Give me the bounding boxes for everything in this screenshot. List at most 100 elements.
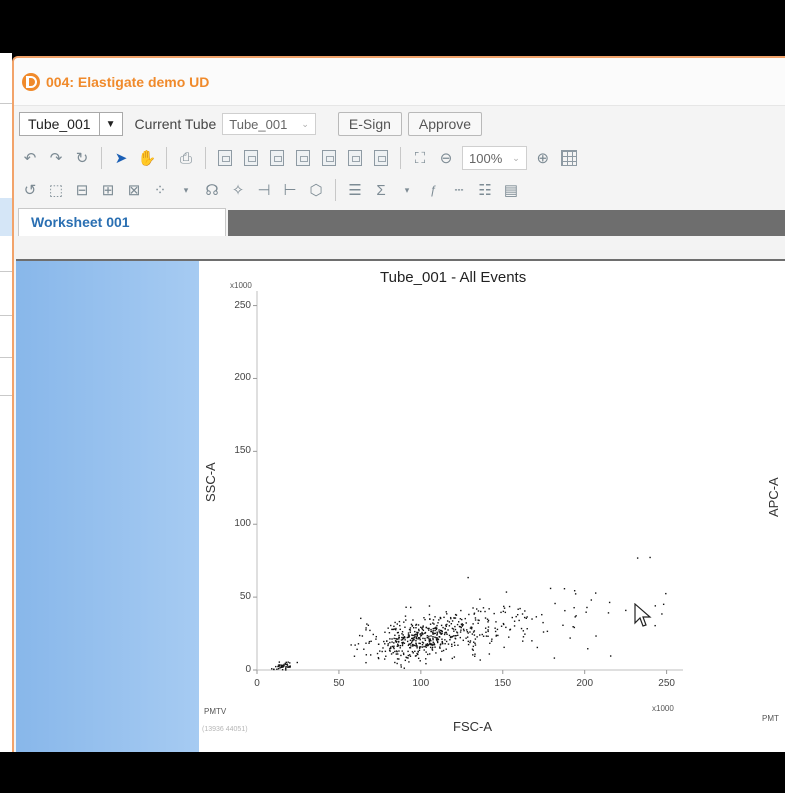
event-point: [412, 634, 414, 637]
event-point: [409, 647, 412, 649]
event-point: [365, 661, 367, 664]
add-plot-icon[interactable]: ⬚: [46, 180, 66, 200]
event-point: [430, 628, 432, 631]
redo-icon[interactable]: ↷: [46, 148, 66, 168]
event-point: [370, 640, 372, 643]
event-point: [358, 634, 361, 637]
event-point: [405, 619, 407, 621]
export-data-icon[interactable]: [293, 148, 313, 168]
event-point: [399, 624, 401, 627]
print-icon[interactable]: ⎙: [176, 148, 196, 168]
tab-worksheet-001[interactable]: Worksheet 001: [18, 208, 226, 236]
event-point: [383, 658, 386, 660]
event-point: [436, 627, 438, 629]
zoom-in-icon[interactable]: ⊕: [533, 148, 553, 168]
event-point: [451, 645, 453, 648]
event-point: [440, 629, 442, 632]
event-point: [424, 639, 427, 642]
event-point: [466, 636, 469, 638]
event-point: [425, 658, 427, 660]
undo-icon[interactable]: ↶: [20, 148, 40, 168]
grid-icon[interactable]: [559, 148, 579, 168]
rectangle-gate-icon[interactable]: ⊟: [72, 180, 92, 200]
event-point: [402, 653, 405, 656]
x-axis-label[interactable]: FSC-A: [453, 719, 492, 734]
event-point: [509, 629, 511, 631]
worksheet-canvas[interactable]: Tube_001 - All Events x1000 x1000 SSC-A …: [16, 259, 785, 752]
title-bar[interactable]: 004: Elastigate demo UD: [14, 58, 785, 106]
event-point: [459, 636, 462, 639]
event-point: [413, 639, 415, 641]
divider: [335, 179, 336, 201]
chevron-down-icon: ⌄: [512, 152, 520, 163]
polygon-gate-icon[interactable]: ☊: [202, 180, 222, 200]
rotate-icon[interactable]: ↺: [20, 180, 40, 200]
statistics-view-icon[interactable]: ☰: [345, 180, 365, 200]
tube-select[interactable]: Tube_001 ▼: [19, 112, 123, 136]
export-report-icon[interactable]: [267, 148, 287, 168]
pointer-icon[interactable]: ➤: [111, 148, 131, 168]
hinge-gate-icon[interactable]: ⬡: [306, 180, 326, 200]
event-point: [417, 650, 419, 653]
export-word-icon[interactable]: [215, 148, 235, 168]
event-point: [391, 628, 393, 631]
dropdown-icon[interactable]: ▾: [397, 180, 417, 200]
caret-down-icon[interactable]: ▼: [98, 113, 122, 135]
event-point: [421, 643, 424, 646]
dropdown-icon[interactable]: ▾: [176, 180, 196, 200]
zoom-out-icon[interactable]: ⊖: [436, 148, 456, 168]
line-icon[interactable]: ┄: [449, 180, 469, 200]
pan-hand-icon[interactable]: ✋: [137, 148, 157, 168]
export-image-icon[interactable]: [241, 148, 261, 168]
plot-title: Tube_001 - All Events: [380, 269, 527, 286]
event-point: [404, 615, 407, 617]
legend-icon[interactable]: ☷: [475, 180, 495, 200]
event-point: [434, 646, 436, 648]
event-point: [521, 613, 524, 615]
event-point: [407, 636, 409, 639]
y-axis-label[interactable]: SSC-A: [203, 462, 218, 502]
esign-button[interactable]: E-Sign: [337, 112, 402, 136]
snap-gate-icon[interactable]: ⁘: [150, 180, 170, 200]
export-layout-icon[interactable]: [319, 148, 339, 168]
event-point: [376, 652, 379, 655]
text-box-icon[interactable]: ▤: [501, 180, 521, 200]
event-point: [607, 612, 610, 614]
event-point: [503, 607, 506, 609]
event-point: [452, 628, 455, 630]
event-point: [505, 591, 508, 593]
sigma-icon[interactable]: Σ: [371, 180, 391, 200]
event-point: [433, 623, 435, 625]
event-point: [369, 654, 372, 656]
zoom-select[interactable]: 100% ⌄: [462, 146, 527, 170]
event-point: [472, 641, 475, 643]
fit-to-window-icon[interactable]: ⛶: [410, 148, 430, 168]
event-point: [441, 643, 444, 645]
autogate-icon[interactable]: ✧: [228, 180, 248, 200]
event-point: [460, 609, 462, 612]
event-point: [467, 576, 469, 579]
current-tube-select[interactable]: Tube_001 ⌄: [222, 113, 316, 135]
y-tick-label: 100: [234, 518, 251, 530]
event-point: [417, 657, 420, 660]
export-page-icon[interactable]: [371, 148, 391, 168]
bisector-gate-icon[interactable]: ⊣: [254, 180, 274, 200]
event-point: [384, 643, 386, 645]
refresh-icon[interactable]: ↻: [72, 148, 92, 168]
approve-button[interactable]: Approve: [407, 112, 483, 136]
event-point: [469, 631, 471, 633]
event-point: [535, 616, 538, 618]
event-point: [661, 613, 663, 615]
event-point: [431, 646, 434, 649]
x-tick-label: 0: [254, 678, 260, 689]
second-plot-y-axis-label[interactable]: APC-A: [766, 477, 781, 517]
export-pdf-icon[interactable]: [345, 148, 365, 168]
function-icon[interactable]: ƒ: [423, 180, 443, 200]
event-point: [454, 635, 456, 637]
custom-quadrant-icon[interactable]: ⊠: [124, 180, 144, 200]
interval-gate-icon[interactable]: ⊢: [280, 180, 300, 200]
event-point: [277, 665, 279, 668]
event-point: [475, 608, 478, 610]
quadrant-gate-icon[interactable]: ⊞: [98, 180, 118, 200]
event-point: [472, 645, 475, 648]
